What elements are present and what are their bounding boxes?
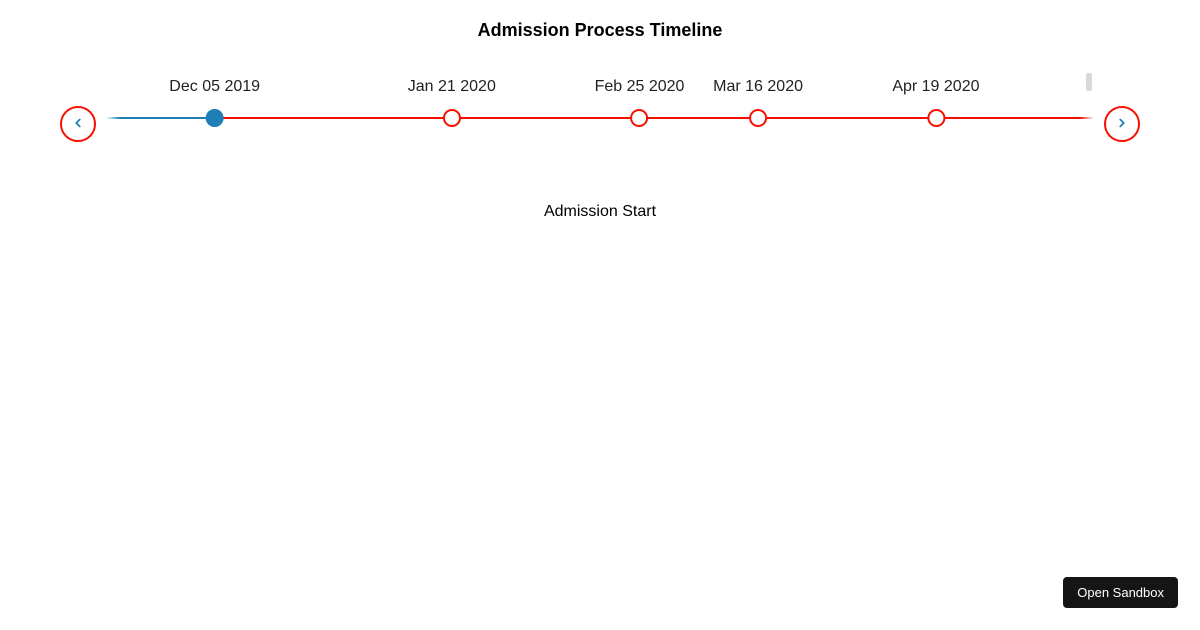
timeline-viewport: Dec 05 2019 Jan 21 2020 Feb 25 2020 Mar 16 … xyxy=(106,69,1094,179)
timeline-event[interactable]: Mar 16 2020 xyxy=(713,69,803,123)
timeline-event-label: Dec 05 2019 xyxy=(169,69,260,105)
timeline-event-label: Mar 16 2020 xyxy=(713,69,803,105)
timeline: Dec 05 2019 Jan 21 2020 Feb 25 2020 Mar 16 … xyxy=(60,69,1140,179)
timeline-next-button[interactable] xyxy=(1104,106,1140,142)
timeline-event-dot[interactable] xyxy=(631,109,649,127)
timeline-track: Dec 05 2019 Jan 21 2020 Feb 25 2020 Mar 16 … xyxy=(106,69,1094,179)
timeline-event-dot[interactable] xyxy=(443,109,461,127)
timeline-prev-button[interactable] xyxy=(60,106,96,142)
timeline-event-dot[interactable] xyxy=(206,109,224,127)
timeline-event-label: Apr 19 2020 xyxy=(892,69,979,105)
timeline-event[interactable]: Dec 05 2019 xyxy=(169,69,260,123)
timeline-event[interactable]: Feb 25 2020 xyxy=(595,69,685,123)
timeline-event-label: Jan 21 2020 xyxy=(408,69,496,105)
timeline-event-dot[interactable] xyxy=(749,109,767,127)
open-sandbox-button[interactable]: Open Sandbox xyxy=(1063,577,1178,608)
timeline-event[interactable]: Apr 19 2020 xyxy=(892,69,979,123)
chevron-right-icon xyxy=(1115,116,1129,133)
page-title: Admission Process Timeline xyxy=(60,20,1140,41)
timeline-event-label: Feb 25 2020 xyxy=(595,69,685,105)
chevron-left-icon xyxy=(71,116,85,133)
timeline-event-dot[interactable] xyxy=(927,109,945,127)
timeline-description: Admission Start xyxy=(60,203,1140,221)
timeline-event[interactable]: Jan 21 2020 xyxy=(408,69,496,123)
scrollbar-hint xyxy=(1086,73,1092,91)
